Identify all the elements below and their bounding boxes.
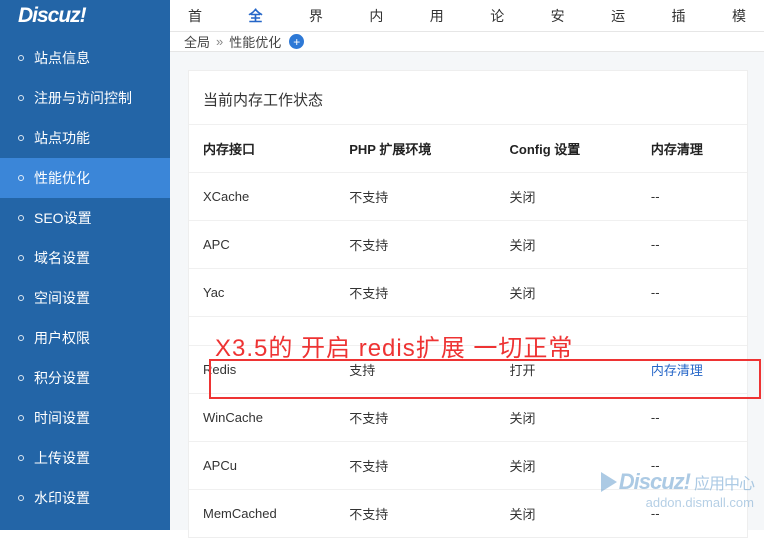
col-interface: 内存接口 <box>189 125 335 173</box>
sidebar: 站点信息注册与访问控制站点功能性能优化 SEO设置域名设置空间设置用户权限积分设置… <box>0 32 170 530</box>
table-row: APC不支持关闭-- <box>189 221 747 269</box>
cell-config: 关闭 <box>496 221 637 269</box>
sidebar-item-8[interactable]: 积分设置 <box>0 358 170 398</box>
cell-interface: Yac <box>189 269 335 317</box>
sidebar-item-label: 时间设置 <box>34 408 90 428</box>
cell-interface: XCache <box>189 173 335 221</box>
bullet-icon <box>18 415 24 421</box>
bullet-icon <box>18 95 24 101</box>
sidebar-item-label: 用户权限 <box>34 328 90 348</box>
sidebar-item-9[interactable]: 时间设置 <box>0 398 170 438</box>
memory-clean-link[interactable]: 内存清理 <box>651 363 703 378</box>
col-config: Config 设置 <box>496 125 637 173</box>
sidebar-item-3[interactable]: 性能优化 <box>0 158 170 198</box>
cell-interface <box>189 317 335 346</box>
cell-ext: 支持 <box>335 346 495 394</box>
bullet-icon <box>18 215 24 221</box>
sidebar-item-10[interactable]: 上传设置 <box>0 438 170 478</box>
top-tab-5[interactable]: 论坛 <box>472 0 532 32</box>
sidebar-item-label: 注册与访问控制 <box>34 88 132 108</box>
cell-ext: 不支持 <box>335 173 495 221</box>
add-icon[interactable]: + <box>289 34 304 49</box>
cell-ext: 不支持 <box>335 221 495 269</box>
table-row <box>189 317 747 346</box>
bullet-icon <box>18 375 24 381</box>
cell-clean: -- <box>637 442 747 490</box>
bullet-icon <box>18 255 24 261</box>
cell-interface: APC <box>189 221 335 269</box>
sidebar-item-5[interactable]: 域名设置 <box>0 238 170 278</box>
cell-config: 打开 <box>496 346 637 394</box>
cell-config: 关闭 <box>496 394 637 442</box>
cell-config: 关闭 <box>496 269 637 317</box>
bullet-icon <box>18 455 24 461</box>
sidebar-item-label: 站点功能 <box>34 128 90 148</box>
sidebar-item-4[interactable]: SEO设置 <box>0 198 170 238</box>
top-tab-2[interactable]: 界面 <box>291 0 351 32</box>
cell-clean <box>637 317 747 346</box>
breadcrumb-sep: » <box>216 34 223 49</box>
sidebar-item-1[interactable]: 注册与访问控制 <box>0 78 170 118</box>
cell-config: 关闭 <box>496 173 637 221</box>
cell-clean: 内存清理 <box>637 346 747 394</box>
cell-clean: -- <box>637 394 747 442</box>
cell-interface: Redis <box>189 346 335 394</box>
cell-ext: 不支持 <box>335 394 495 442</box>
cell-clean: -- <box>637 173 747 221</box>
cell-config <box>496 317 637 346</box>
bullet-icon <box>18 295 24 301</box>
top-tab-7[interactable]: 运营 <box>593 0 653 32</box>
sidebar-item-label: SEO设置 <box>34 208 92 228</box>
cell-interface: APCu <box>189 442 335 490</box>
breadcrumb-root[interactable]: 全局 <box>184 32 210 51</box>
panel-title: 当前内存工作状态 <box>189 89 747 124</box>
table-row: APCu不支持关闭-- <box>189 442 747 490</box>
col-ext: PHP 扩展环境 <box>335 125 495 173</box>
breadcrumb-current[interactable]: 性能优化 <box>229 32 281 51</box>
sidebar-item-0[interactable]: 站点信息 <box>0 38 170 78</box>
table-row: WinCache不支持关闭-- <box>189 394 747 442</box>
main: 全局 » 性能优化 + 当前内存工作状态 内存接口 PHP 扩展环境 Confi… <box>170 32 764 530</box>
cell-config: 关闭 <box>496 442 637 490</box>
cell-ext: 不支持 <box>335 269 495 317</box>
logo: Discuz! <box>0 0 170 32</box>
top-tab-9[interactable]: 模 <box>714 0 764 32</box>
sidebar-item-7[interactable]: 用户权限 <box>0 318 170 358</box>
header: Discuz! 首页全局界面内容用户论坛安全运营插件模 <box>0 0 764 32</box>
top-nav: 首页全局界面内容用户论坛安全运营插件模 <box>170 0 764 32</box>
col-clean: 内存清理 <box>637 125 747 173</box>
bullet-icon <box>18 135 24 141</box>
bullet-icon <box>18 335 24 341</box>
cell-clean: -- <box>637 269 747 317</box>
memory-panel: 当前内存工作状态 内存接口 PHP 扩展环境 Config 设置 内存清理 XC… <box>188 70 748 538</box>
sidebar-item-label: 水印设置 <box>34 488 90 508</box>
cell-ext <box>335 317 495 346</box>
memory-table: 内存接口 PHP 扩展环境 Config 设置 内存清理 XCache不支持关闭… <box>189 124 747 537</box>
sidebar-item-label: 站点信息 <box>34 48 90 68</box>
cell-ext: 不支持 <box>335 442 495 490</box>
top-tab-0[interactable]: 首页 <box>170 0 230 32</box>
bullet-icon <box>18 175 24 181</box>
cell-clean: -- <box>637 221 747 269</box>
top-tab-8[interactable]: 插件 <box>654 0 714 32</box>
bullet-icon <box>18 55 24 61</box>
top-tab-4[interactable]: 用户 <box>412 0 472 32</box>
bullet-icon <box>18 495 24 501</box>
sidebar-item-6[interactable]: 空间设置 <box>0 278 170 318</box>
sidebar-item-11[interactable]: 水印设置 <box>0 478 170 518</box>
sidebar-item-label: 域名设置 <box>34 248 90 268</box>
table-row: Yac不支持关闭-- <box>189 269 747 317</box>
top-tab-6[interactable]: 安全 <box>533 0 593 32</box>
table-row: XCache不支持关闭-- <box>189 173 747 221</box>
top-tab-3[interactable]: 内容 <box>351 0 411 32</box>
sidebar-item-label: 上传设置 <box>34 448 90 468</box>
cell-interface: WinCache <box>189 394 335 442</box>
top-tab-1[interactable]: 全局 <box>230 0 290 32</box>
sidebar-item-label: 空间设置 <box>34 288 90 308</box>
sidebar-item-label: 积分设置 <box>34 368 90 388</box>
table-row: Redis支持打开内存清理 <box>189 346 747 394</box>
sidebar-item-label: 性能优化 <box>34 168 90 188</box>
sidebar-item-2[interactable]: 站点功能 <box>0 118 170 158</box>
breadcrumb: 全局 » 性能优化 + <box>170 32 764 52</box>
